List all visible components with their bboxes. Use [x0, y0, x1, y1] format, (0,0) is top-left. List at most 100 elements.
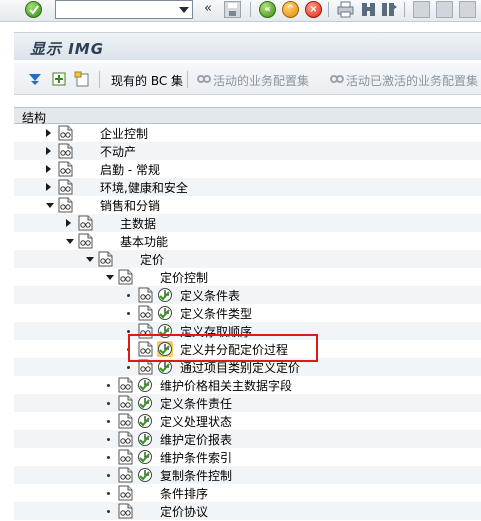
tree-node-label[interactable]: 定义处理状态: [160, 413, 232, 430]
tree-row[interactable]: 主数据: [14, 214, 481, 232]
tree-node-label[interactable]: 定义条件类型: [180, 305, 252, 322]
execute-activity-icon[interactable]: [137, 449, 153, 465]
tree-node-label[interactable]: 维护定价报表: [160, 431, 232, 448]
leaf-bullet-icon: [107, 492, 110, 495]
enter-icon[interactable]: [25, 1, 42, 18]
active-bc-sets-button[interactable]: 活动的业务配置集: [213, 72, 309, 89]
chevron-down-icon[interactable]: [179, 7, 189, 13]
toolbar-separator: [328, 2, 329, 17]
tree-row[interactable]: 企业控制: [14, 124, 481, 142]
tree-node-label[interactable]: 销售和分销: [100, 197, 160, 214]
documentation-icon[interactable]: [138, 287, 153, 303]
tree-node-label[interactable]: 启勤 - 常规: [100, 161, 160, 178]
expand-arrow-icon[interactable]: [46, 147, 51, 155]
collapse-arrow-icon[interactable]: [106, 275, 114, 280]
expand-arrow-icon[interactable]: [46, 129, 51, 137]
collapse-arrow-icon[interactable]: [66, 239, 74, 244]
document-icon[interactable]: [74, 71, 90, 87]
documentation-icon[interactable]: [118, 503, 133, 519]
application-toolbar: 现有的 BC 集 活动的业务配置集 活动已激活的业务配置集: [14, 63, 481, 95]
execute-activity-icon[interactable]: [137, 395, 153, 411]
documentation-icon[interactable]: [58, 125, 73, 141]
tree-row[interactable]: 维护条件索引: [14, 448, 481, 466]
tree-node-label[interactable]: 主数据: [120, 215, 156, 232]
tree-row[interactable]: 定价协议: [14, 502, 481, 520]
execute-activity-icon[interactable]: [157, 287, 173, 303]
documentation-icon[interactable]: [118, 485, 133, 501]
find-icon[interactable]: [360, 1, 377, 18]
expand-arrow-icon[interactable]: [46, 183, 51, 191]
tree-row[interactable]: 维护价格相关主数据字段: [14, 376, 481, 394]
next-page-icon[interactable]: [459, 1, 476, 18]
tree-node-label[interactable]: 定价控制: [160, 269, 208, 286]
tree-node-label[interactable]: 企业控制: [100, 125, 148, 142]
tree-row[interactable]: 定价: [14, 250, 481, 268]
tree-row[interactable]: 不动产: [14, 142, 481, 160]
tree-row[interactable]: 定义条件类型: [14, 304, 481, 322]
first-page-icon[interactable]: [413, 1, 430, 18]
command-field[interactable]: [55, 0, 193, 19]
previous-page-icon[interactable]: [436, 1, 453, 18]
execute-activity-icon[interactable]: [137, 431, 153, 447]
tree-node-label[interactable]: 定义条件责任: [160, 395, 232, 412]
tree-row[interactable]: 条件排序: [14, 484, 481, 502]
toolbar-separator: [99, 71, 100, 88]
collapse-arrow-icon[interactable]: [46, 203, 54, 208]
expand-arrow-icon[interactable]: [46, 165, 51, 173]
expand-subtree-icon[interactable]: [27, 71, 43, 87]
documentation-icon[interactable]: [78, 215, 93, 231]
tree-row[interactable]: 销售和分销: [14, 196, 481, 214]
find-next-icon[interactable]: [381, 1, 398, 18]
link-icon: [329, 71, 345, 87]
tree-node-label[interactable]: 维护条件索引: [160, 449, 232, 466]
documentation-icon[interactable]: [118, 395, 133, 411]
execute-activity-icon[interactable]: [157, 305, 173, 321]
documentation-icon[interactable]: [98, 251, 113, 267]
documentation-icon[interactable]: [118, 467, 133, 483]
tree-row[interactable]: 环境,健康和安全: [14, 178, 481, 196]
collapse-arrow-icon[interactable]: [86, 257, 94, 262]
tree-node-label[interactable]: 条件排序: [160, 485, 208, 502]
note-icon[interactable]: [51, 71, 67, 87]
tree-node-label[interactable]: 定价: [140, 251, 164, 268]
more-toolbar-icon[interactable]: «: [204, 1, 212, 16]
expand-arrow-icon[interactable]: [66, 219, 71, 227]
documentation-icon[interactable]: [118, 431, 133, 447]
execute-activity-icon[interactable]: [137, 467, 153, 483]
cancel-icon[interactable]: ×: [305, 1, 322, 18]
tree-node-label[interactable]: 环境,健康和安全: [100, 179, 188, 196]
bc-sets-button[interactable]: 现有的 BC 集: [111, 72, 183, 89]
tree-node-label[interactable]: 基本功能: [120, 233, 168, 250]
documentation-icon[interactable]: [118, 269, 133, 285]
save-icon[interactable]: [224, 1, 241, 18]
tree-node-label[interactable]: 维护价格相关主数据字段: [160, 377, 292, 394]
documentation-icon[interactable]: [58, 179, 73, 195]
documentation-icon[interactable]: [118, 413, 133, 429]
tree-row[interactable]: 启勤 - 常规: [14, 160, 481, 178]
documentation-icon[interactable]: [58, 197, 73, 213]
tree-row[interactable]: 定义处理状态: [14, 412, 481, 430]
execute-activity-icon[interactable]: [137, 377, 153, 393]
documentation-icon[interactable]: [118, 449, 133, 465]
documentation-icon[interactable]: [58, 143, 73, 159]
tree-node-label[interactable]: 定义条件表: [180, 287, 240, 304]
changed-bc-sets-button[interactable]: 活动已激活的业务配置集: [346, 72, 478, 89]
tree-row[interactable]: 基本功能: [14, 232, 481, 250]
back-icon[interactable]: «: [259, 1, 276, 18]
toolbar-separator: [187, 71, 188, 88]
tree-node-label[interactable]: 不动产: [100, 143, 136, 160]
tree-row[interactable]: 定义条件责任: [14, 394, 481, 412]
tree-row[interactable]: 定义条件表: [14, 286, 481, 304]
tree-row[interactable]: 维护定价报表: [14, 430, 481, 448]
tree-node-label[interactable]: 定价协议: [160, 503, 208, 520]
documentation-icon[interactable]: [58, 161, 73, 177]
exit-icon[interactable]: ^: [282, 1, 299, 18]
tree-row[interactable]: 复制条件控制: [14, 466, 481, 484]
documentation-icon[interactable]: [78, 233, 93, 249]
execute-activity-icon[interactable]: [137, 413, 153, 429]
documentation-icon[interactable]: [138, 305, 153, 321]
documentation-icon[interactable]: [118, 377, 133, 393]
tree-node-label[interactable]: 复制条件控制: [160, 467, 232, 484]
print-icon[interactable]: [337, 1, 354, 18]
tree-row[interactable]: 定价控制: [14, 268, 481, 286]
